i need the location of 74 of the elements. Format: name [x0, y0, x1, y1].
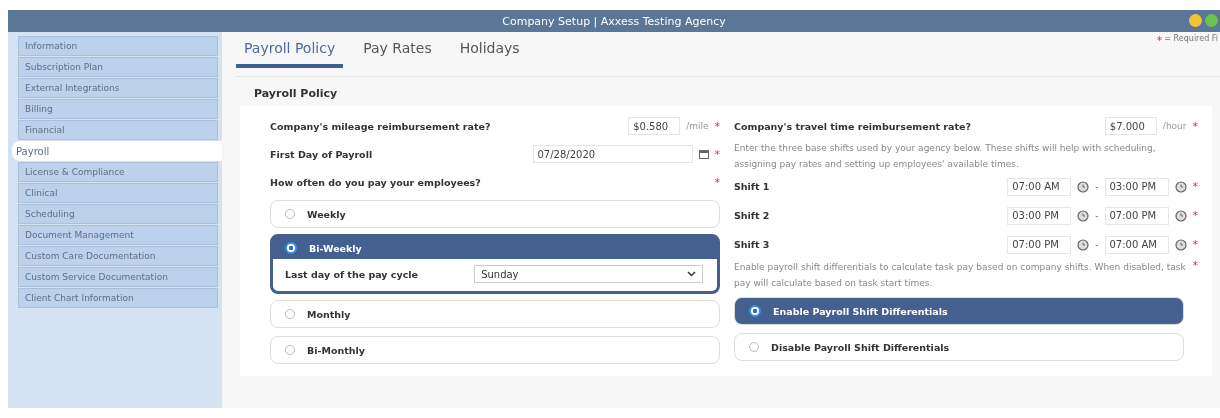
sidebar-item[interactable]: Custom Care Documentation: [18, 246, 218, 266]
required-note: = Required Fi: [1164, 34, 1218, 45]
calendar-icon[interactable]: [698, 149, 709, 159]
clock-icon[interactable]: [1077, 180, 1090, 193]
unit-label: /hour: [1162, 121, 1187, 131]
radio-button[interactable]: [285, 309, 295, 319]
required-mark: *: [714, 147, 720, 161]
clock-icon[interactable]: [1174, 209, 1187, 222]
field-label: Last day of the pay cycle: [285, 268, 419, 280]
shift-label: Shift 2: [734, 210, 771, 221]
shifts-description: Enter the three base shifts used by your agency below. These shifts will help with scheduling, assigning pay rates and setting up employees' available times.: [734, 142, 1157, 171]
range-dash: -: [1095, 210, 1099, 221]
time-field[interactable]: 07:00 AM: [1104, 235, 1169, 254]
sidebar-item[interactable]: License & Compliance: [18, 162, 218, 182]
sidebar-item[interactable]: Scheduling: [18, 204, 218, 224]
tab[interactable]: Holidays: [451, 40, 528, 68]
required-mark: *: [714, 175, 720, 189]
sidebar-item[interactable]: Client Chart Information: [18, 288, 218, 308]
radio-option[interactable]: Disable Payroll Shift Differentials: [734, 333, 1184, 361]
required-mark: *: [1192, 119, 1198, 133]
required-mark: *: [1192, 180, 1198, 193]
chevron-down-icon: [687, 271, 696, 277]
tab[interactable]: Pay Rates: [355, 40, 440, 68]
window-title: Company Setup | Axxess Testing Agency: [502, 14, 726, 28]
sidebar-item[interactable]: Document Management: [18, 225, 218, 245]
radio-button[interactable]: [749, 305, 761, 317]
field-label: First Day of Payroll: [270, 148, 374, 160]
tab[interactable]: Payroll Policy: [236, 40, 344, 68]
radio-button[interactable]: [285, 242, 297, 254]
sidebar-item[interactable]: External Integrations: [18, 78, 218, 98]
clock-icon[interactable]: [1077, 238, 1090, 251]
radio-button[interactable]: [285, 209, 295, 219]
required-mark: *: [1192, 259, 1198, 272]
radio-button[interactable]: [749, 342, 759, 352]
range-dash: -: [1095, 181, 1099, 192]
minimize-icon[interactable]: [1189, 14, 1202, 27]
clock-icon[interactable]: [1174, 180, 1187, 193]
radio-option[interactable]: Weekly: [270, 200, 720, 228]
required-mark: *: [714, 119, 720, 133]
radio-option[interactable]: Bi-Weekly: [273, 237, 717, 259]
sidebar-item[interactable]: Custom Service Documentation: [18, 267, 218, 287]
sidebar-item[interactable]: Billing: [18, 99, 218, 119]
time-field[interactable]: 07:00 PM: [1104, 206, 1169, 225]
rate-field[interactable]: $0.580: [628, 117, 681, 135]
differentials-description: Enable payroll shift differentials to calculate task pay based on company shifts. When disabled, task pay will calculate based on task start times.: [734, 261, 1187, 290]
required-mark: *: [1192, 238, 1198, 251]
sidebar-item[interactable]: Clinical: [18, 183, 218, 203]
day-select[interactable]: Sunday: [474, 265, 703, 283]
rate-field[interactable]: $7.000: [1104, 117, 1157, 135]
time-field[interactable]: 03:00 PM: [1007, 206, 1072, 225]
clock-icon[interactable]: [1077, 209, 1090, 222]
required-mark: *: [1192, 209, 1198, 222]
radio-option[interactable]: Monthly: [270, 300, 720, 328]
sidebar-item[interactable]: Payroll: [12, 141, 222, 161]
date-field[interactable]: 07/28/2020: [532, 145, 693, 163]
field-label: How often do you pay your employees?: [270, 176, 482, 188]
shift-label: Shift 3: [734, 239, 771, 250]
time-field[interactable]: 03:00 PM: [1104, 177, 1169, 196]
shift-label: Shift 1: [734, 181, 771, 192]
unit-label: /mile: [686, 121, 709, 131]
section-title: Payroll Policy: [253, 87, 339, 102]
range-dash: -: [1095, 239, 1099, 250]
time-field[interactable]: 07:00 PM: [1007, 235, 1072, 254]
required-mark: *: [1156, 34, 1163, 47]
clock-icon[interactable]: [1174, 238, 1187, 251]
sidebar-item[interactable]: Financial: [18, 120, 218, 140]
radio-option[interactable]: Enable Payroll Shift Differentials: [734, 297, 1184, 325]
sidebar-item[interactable]: Subscription Plan: [18, 57, 218, 77]
radio-option[interactable]: Bi-Monthly: [270, 336, 720, 364]
sidebar-item[interactable]: Information: [18, 36, 218, 56]
radio-button[interactable]: [285, 345, 295, 355]
time-field[interactable]: 07:00 AM: [1007, 177, 1072, 196]
field-label: Company's mileage reimbursement rate?: [270, 120, 492, 132]
field-label: Company's travel time reimbursement rate?: [734, 120, 972, 132]
